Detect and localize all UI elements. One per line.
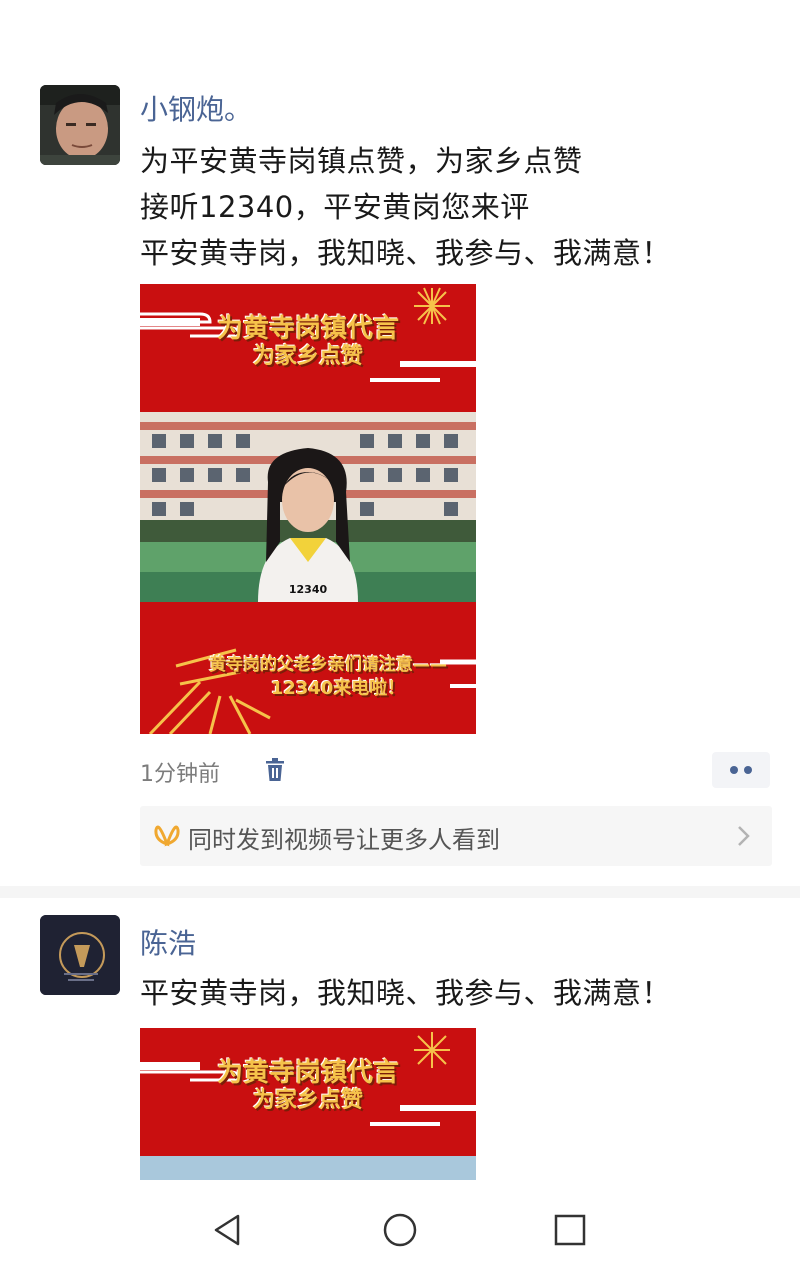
more-button[interactable] [712, 752, 770, 788]
video-subtitle-line: 12340来电啦！ [270, 678, 406, 699]
trash-icon[interactable] [262, 757, 288, 787]
system-navigation-bar [0, 1180, 800, 1280]
video-title-line: 为家乡点赞 [252, 1088, 363, 1113]
chevron-right-icon [736, 824, 752, 852]
back-triangle-icon[interactable] [208, 1210, 248, 1254]
video-thumbnail[interactable]: 为黄寺岗镇代言 为家乡点赞 [140, 284, 476, 734]
more-dots-icon [712, 752, 770, 788]
video-frame-photo: 12340 [140, 412, 476, 602]
video-banner-top: 为黄寺岗镇代言 为家乡点赞 [140, 284, 476, 412]
post-text-line: 接听12340，平安黄岗您来评 [140, 190, 530, 224]
share-to-channels-bar[interactable]: 同时发到视频号让更多人看到 [140, 806, 772, 866]
share-to-channels-label: 同时发到视频号让更多人看到 [188, 826, 500, 854]
post-text-line: 平安黄寺岗，我知晓、我参与、我满意！ [140, 236, 672, 270]
post-text-line: 平安黄寺岗，我知晓、我参与、我满意！ [140, 976, 672, 1010]
video-subtitle-line: 黄寺岗的父老乡亲们请注意—— [209, 655, 447, 675]
recents-square-icon[interactable] [550, 1210, 590, 1254]
username[interactable]: 小钢炮。 [140, 88, 252, 128]
video-banner-top: 为黄寺岗镇代言 为家乡点赞 [140, 1028, 476, 1156]
video-frame-photo [140, 1156, 476, 1182]
channels-butterfly-icon [154, 824, 180, 852]
post-text-line: 为平安黄寺岗镇点赞，为家乡点赞 [140, 144, 583, 178]
home-circle-icon[interactable] [380, 1210, 420, 1254]
video-thumbnail[interactable]: 为黄寺岗镇代言 为家乡点赞 [140, 1028, 476, 1182]
username[interactable]: 陈浩 [140, 922, 196, 962]
video-caption-number: 12340 [289, 583, 328, 596]
video-title-line: 为家乡点赞 [252, 344, 363, 369]
avatar[interactable] [40, 915, 120, 995]
post-divider [0, 886, 800, 898]
video-banner-bottom: 黄寺岗的父老乡亲们请注意—— 12340来电啦！ [140, 602, 476, 734]
post-timestamp: 1分钟前 [140, 762, 220, 787]
avatar[interactable] [40, 85, 120, 165]
